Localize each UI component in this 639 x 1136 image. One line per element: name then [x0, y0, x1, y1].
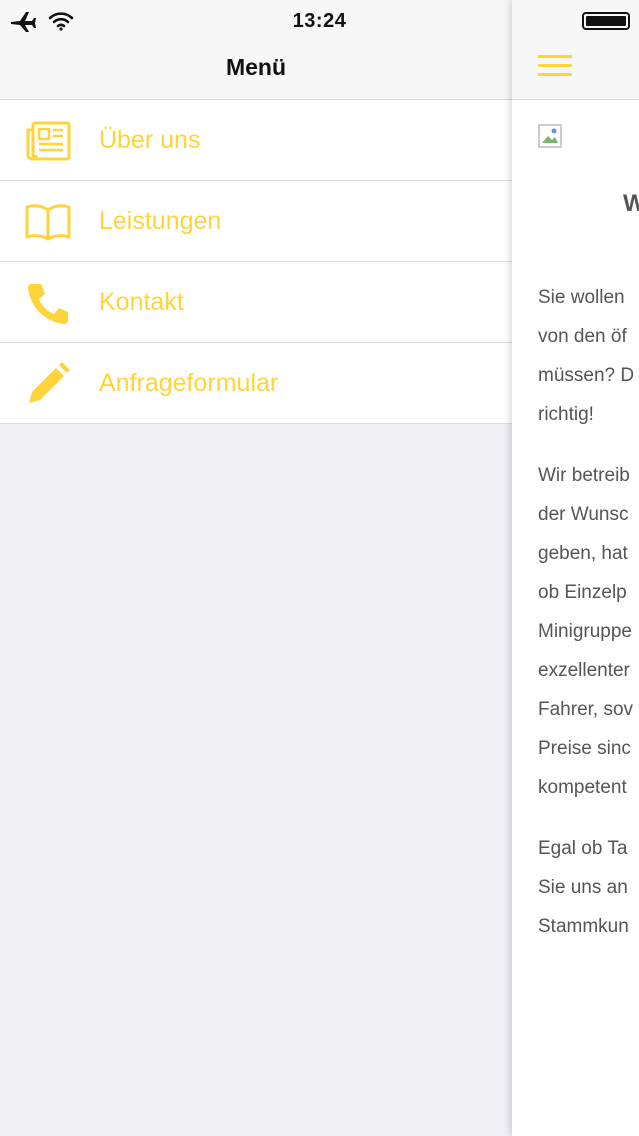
side-menu: Menü Über uns Leistungen Kontakt Anfrage…: [0, 0, 512, 1136]
menu-item-anfrageformular[interactable]: Anfrageformular: [0, 343, 512, 424]
text-line: richtig!: [538, 404, 594, 425]
text-line: geben, hat: [538, 543, 628, 564]
content-heading: W: [623, 190, 639, 217]
phone-icon: [24, 281, 72, 325]
text-line: von den öf: [538, 326, 627, 347]
menu-item-label: Kontakt: [99, 288, 184, 316]
menu-list: Über uns Leistungen Kontakt Anfrageformu…: [0, 100, 512, 424]
menu-item-label: Anfrageformular: [99, 369, 279, 397]
text-line: Sie wollen: [538, 287, 625, 308]
text-line: Stammkun: [538, 916, 629, 937]
text-line: Preise sinc: [538, 738, 631, 759]
menu-item-label: Leistungen: [99, 207, 222, 235]
menu-item-kontakt[interactable]: Kontakt: [0, 262, 512, 343]
text-line: Minigruppe: [538, 621, 632, 642]
text-line: müssen? D: [538, 365, 635, 386]
text-line: exzellenter: [538, 660, 630, 681]
newspaper-icon: [24, 119, 72, 163]
app-screen: Menü Über uns Leistungen Kontakt Anfrage…: [0, 0, 639, 1136]
pencil-icon: [24, 362, 72, 406]
content-header: [512, 0, 639, 100]
text-line: Sie uns an: [538, 877, 628, 898]
battery-icon: [582, 12, 630, 30]
book-icon: [24, 200, 72, 244]
text-line: kompetent: [538, 777, 627, 798]
text-line: der Wunsc: [538, 504, 629, 525]
text-line: Fahrer, sov: [538, 699, 634, 720]
broken-image-icon: [538, 124, 562, 148]
content-pane[interactable]: W Sie wollen von den öf müssen? D richti…: [512, 0, 639, 1136]
menu-title: Menü: [225, 54, 287, 80]
text-line: ob Einzelp: [538, 582, 627, 603]
hamburger-icon[interactable]: [538, 51, 574, 77]
menu-item-leistungen[interactable]: Leistungen: [0, 181, 512, 262]
text-line: Wir betreib: [538, 465, 630, 486]
menu-item-label: Über uns: [99, 126, 201, 154]
menu-item-ueber-uns[interactable]: Über uns: [0, 100, 512, 181]
text-line: Egal ob Ta: [538, 838, 628, 859]
